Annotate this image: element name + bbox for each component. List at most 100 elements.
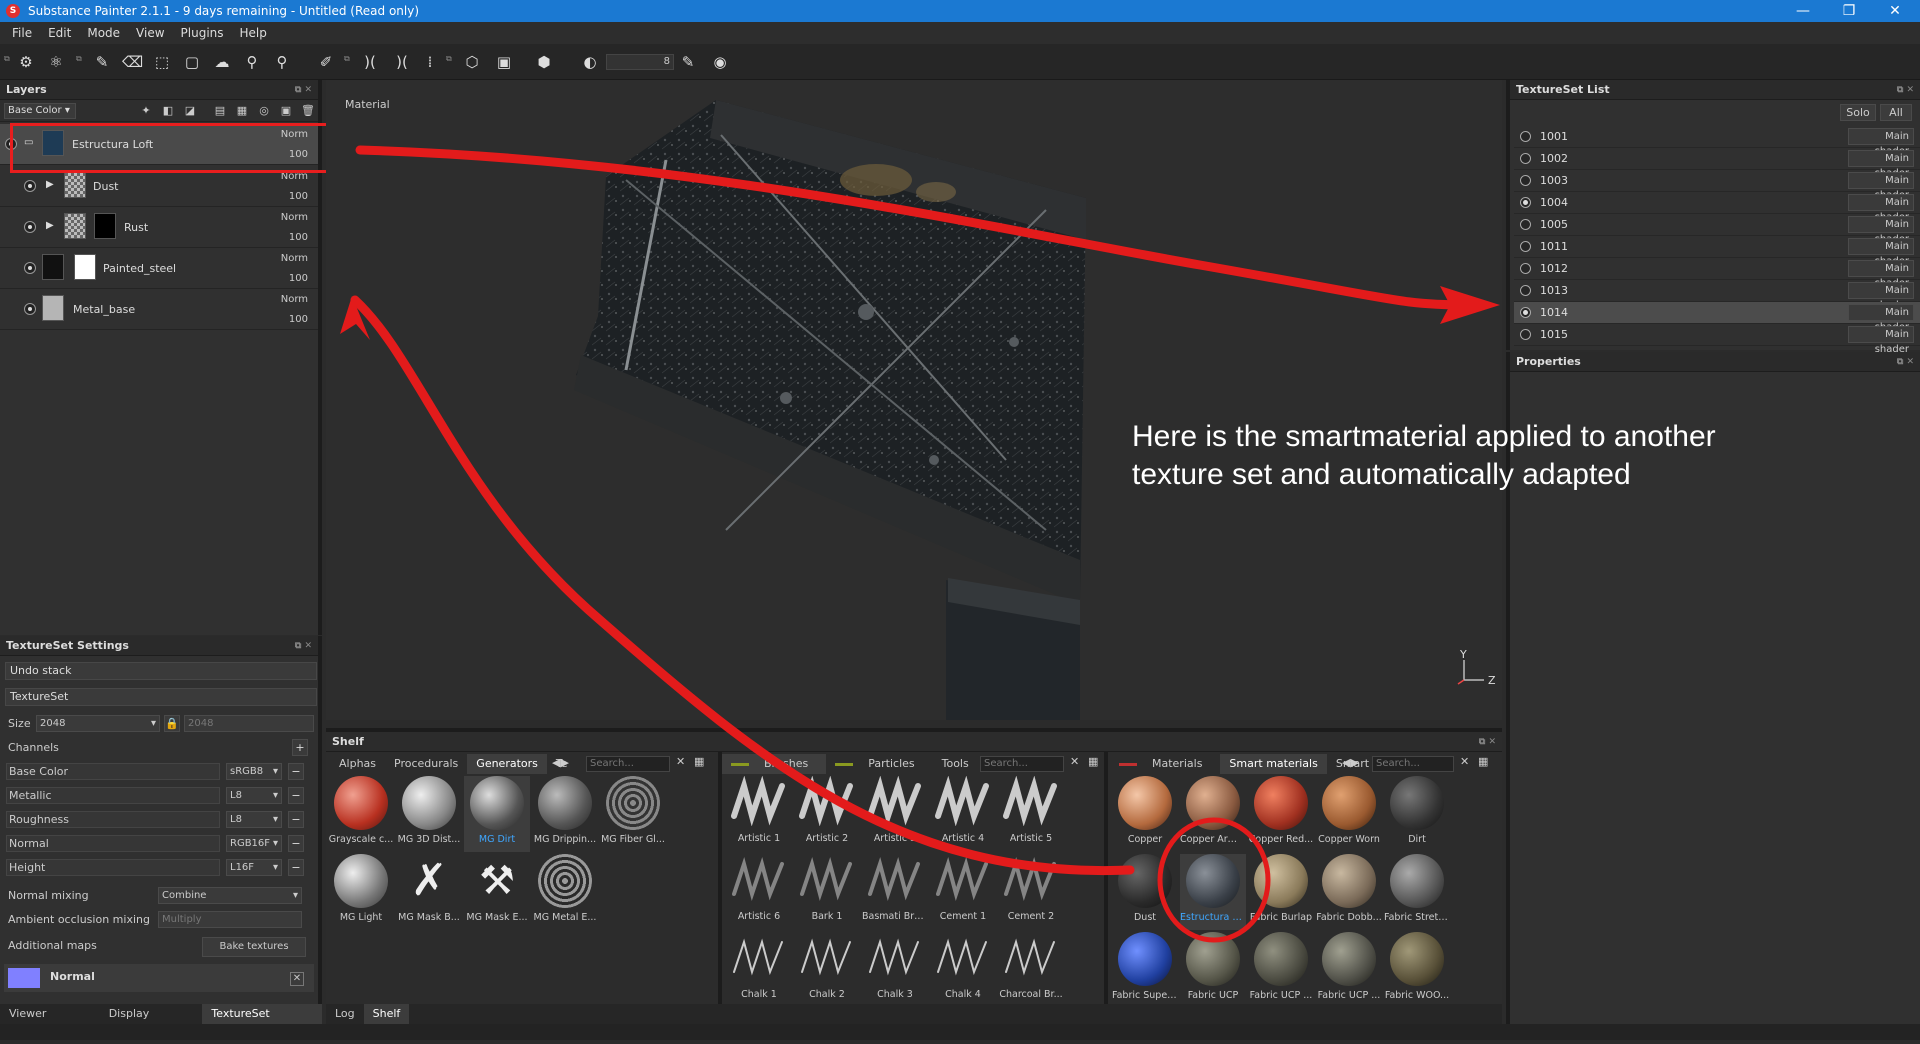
shader-dropdown[interactable]: Main shader — [1848, 194, 1914, 223]
tab-shelf[interactable]: Shelf — [363, 1004, 410, 1024]
smart-material-item[interactable]: Fabric UCP ... — [1248, 932, 1314, 1008]
clear-search-icon[interactable]: ✕ — [676, 755, 685, 768]
brush-item[interactable]: Chalk 3 — [862, 932, 928, 1008]
normal-map-slot[interactable]: Normal ✕ — [4, 964, 314, 992]
shader-dropdown[interactable]: Main shader — [1848, 128, 1914, 157]
symmetry-axis-icon[interactable]: ⁞ — [420, 52, 440, 72]
grid-view-icon[interactable]: ▦ — [1088, 755, 1098, 768]
smart-material-item[interactable]: Copper Armor — [1180, 776, 1246, 852]
menu-mode[interactable]: Mode — [87, 26, 120, 40]
viewport[interactable] — [326, 80, 1502, 720]
smart-material-item[interactable]: Fabric Super... — [1112, 932, 1178, 1008]
folder-icon[interactable]: ▭ — [24, 137, 36, 150]
detach-icon[interactable]: ⧉ — [344, 54, 354, 64]
generator-item[interactable]: MG 3D Dist... — [396, 776, 462, 852]
expand-icon[interactable]: ▶ — [46, 220, 58, 233]
brush-item[interactable]: Chalk 1 — [726, 932, 792, 1008]
symmetry-icon[interactable]: )( — [360, 52, 380, 72]
smart-material-item[interactable]: Fabric UCP ... — [1316, 932, 1382, 1008]
smart-material-item[interactable]: Fabric Dobb... — [1316, 854, 1382, 930]
grid-view-icon[interactable]: ▦ — [1478, 755, 1488, 768]
channel-format-dropdown[interactable]: RGB16F ▾ — [226, 835, 282, 852]
smart-material-item[interactable]: Fabric UCP — [1180, 932, 1246, 1008]
textureset-radio[interactable] — [1520, 263, 1531, 274]
generator-item[interactable]: Grayscale c... — [328, 776, 394, 852]
duplicate-layer-icon[interactable]: ▣ — [278, 103, 294, 119]
delete-layer-icon[interactable]: 🗑 — [300, 103, 316, 119]
detach-icon[interactable]: ⧉ — [4, 54, 14, 64]
visibility-icon[interactable] — [24, 303, 36, 315]
tab-particles[interactable]: Particles — [826, 754, 932, 774]
channel-dropdown[interactable]: Base Color ▾ — [4, 103, 76, 119]
maximize-button[interactable]: ❐ — [1826, 0, 1872, 22]
textureset-row[interactable]: 1004Main shader — [1514, 192, 1920, 223]
shader-dropdown[interactable]: Main shader — [1848, 304, 1914, 333]
brush-item[interactable]: Artistic 3 — [862, 775, 928, 852]
textureset-radio[interactable] — [1520, 285, 1531, 296]
menu-plugins[interactable]: Plugins — [181, 26, 224, 40]
brush-item[interactable]: Artistic 6 — [726, 854, 792, 930]
remove-channel-button[interactable]: − — [288, 835, 304, 852]
brush-item[interactable]: Bark 1 — [794, 854, 860, 930]
smart-material-item[interactable]: Dust — [1112, 854, 1178, 930]
textureset-radio[interactable] — [1520, 175, 1531, 186]
textureset-row[interactable]: 1015 Main shader — [1514, 324, 1920, 355]
shader-dropdown[interactable]: Main shader — [1848, 238, 1914, 267]
tab-alphas[interactable]: Alphas — [330, 754, 385, 774]
minimize-button[interactable]: — — [1780, 0, 1826, 22]
lock-icon[interactable]: 🔒 — [164, 715, 180, 732]
brush-item[interactable]: Cement 2 — [998, 854, 1064, 930]
smart-material-item[interactable]: Fabric Burlap — [1248, 854, 1314, 930]
expand-icon[interactable]: ▶ — [46, 179, 58, 192]
brush-item[interactable]: Artistic 2 — [794, 775, 860, 852]
add-folder-icon[interactable]: ◎ — [256, 103, 272, 119]
tab-viewer-settings[interactable]: Viewer Settings — [0, 1004, 100, 1040]
generator-item[interactable]: MG Drippin... — [532, 776, 598, 852]
visibility-icon[interactable] — [24, 262, 36, 274]
visibility-icon[interactable] — [24, 221, 36, 233]
normal-mixing-dropdown[interactable]: Combine ▾ — [158, 887, 302, 904]
visibility-icon[interactable] — [24, 180, 36, 192]
detach-icon[interactable]: ⧉ — [76, 54, 86, 64]
add-filter-icon[interactable]: ◪ — [182, 103, 198, 119]
brush-item[interactable]: Artistic 5 — [998, 775, 1064, 852]
add-layer-icon[interactable]: ▦ — [234, 103, 250, 119]
brush-item[interactable]: Chalk 4 — [930, 932, 996, 1008]
layer-opacity[interactable]: 100 — [289, 273, 308, 284]
shelf-search-input[interactable]: Search... — [980, 756, 1064, 772]
camera-icon[interactable]: ▣ — [494, 52, 514, 72]
textureset-row[interactable]: 1013Main shader — [1514, 280, 1920, 311]
tab-log[interactable]: Log — [326, 1004, 364, 1024]
smart-material-item[interactable]: Fabric Stretc... — [1384, 854, 1450, 930]
smudge-icon[interactable]: ☁ — [212, 52, 232, 72]
shader-dropdown[interactable]: Main shader — [1848, 172, 1914, 201]
brightness-icon[interactable]: ◐ — [580, 52, 600, 72]
polygon-fill-icon[interactable]: ▢ — [182, 52, 202, 72]
textureset-row[interactable]: 1001Main shader — [1514, 126, 1920, 157]
picker-icon[interactable]: ✐ — [316, 52, 336, 72]
channel-format-dropdown[interactable]: L8 ▾ — [226, 787, 282, 804]
generator-item[interactable]: ⚒ MG Mask E... — [464, 854, 530, 930]
brush-item[interactable]: Charcoal Br... — [998, 932, 1064, 1008]
channel-format-dropdown[interactable]: L8 ▾ — [226, 811, 282, 828]
cube-view-icon[interactable]: ⬡ — [462, 52, 482, 72]
layer-blend-mode[interactable]: Norm — [281, 171, 308, 182]
menu-file[interactable]: File — [12, 26, 32, 40]
remove-channel-button[interactable]: − — [288, 811, 304, 828]
generator-item[interactable]: ✗ MG Mask B... — [396, 854, 462, 930]
channel-format-dropdown[interactable]: sRGB8 ▾ — [226, 763, 282, 780]
textureset-button[interactable]: TextureSet — [5, 688, 317, 706]
bake-textures-button[interactable]: Bake textures — [202, 937, 306, 957]
shelf-search-input[interactable]: Search... — [586, 756, 670, 772]
layer-row[interactable]: ▶ Dust Norm 100 — [0, 166, 318, 207]
tab-textureset-settings[interactable]: TextureSet Settings — [202, 1004, 322, 1040]
layer-row[interactable]: Metal_base Norm 100 — [0, 289, 318, 330]
remove-channel-button[interactable]: − — [288, 859, 304, 876]
textureset-radio[interactable] — [1520, 153, 1531, 164]
layer-row[interactable]: Painted_steel Norm 100 — [0, 248, 318, 289]
textureset-radio[interactable] — [1520, 197, 1531, 208]
material-picker-icon[interactable]: ⚲ — [272, 52, 292, 72]
smart-material-item[interactable]: Fabric WOO... — [1384, 932, 1450, 1008]
layer-opacity[interactable]: 100 — [289, 191, 308, 202]
clear-search-icon[interactable]: ✕ — [1460, 755, 1469, 768]
